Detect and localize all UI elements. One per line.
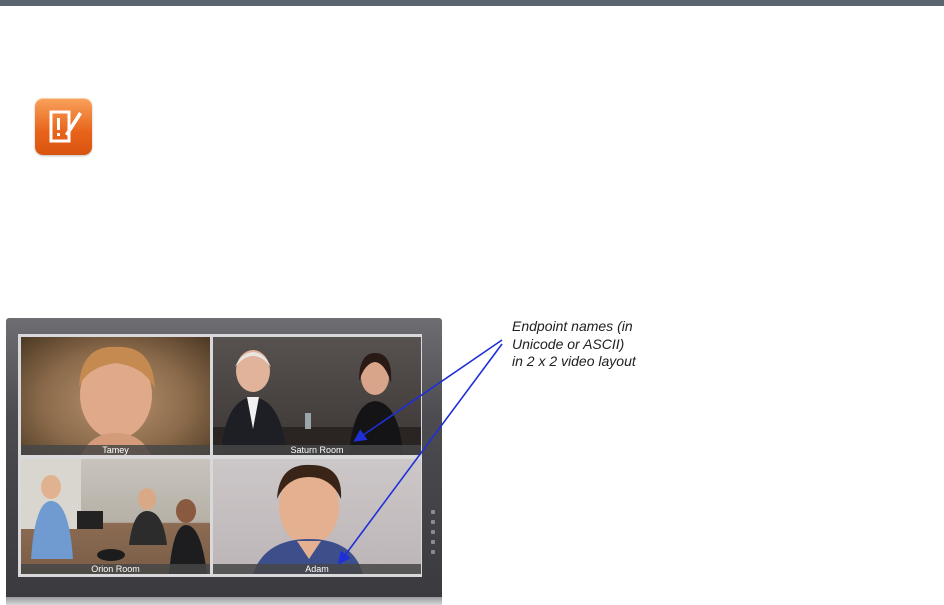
callout-arrow [353, 339, 503, 442]
callout-arrows [338, 339, 503, 565]
callout-arrow [338, 343, 503, 565]
